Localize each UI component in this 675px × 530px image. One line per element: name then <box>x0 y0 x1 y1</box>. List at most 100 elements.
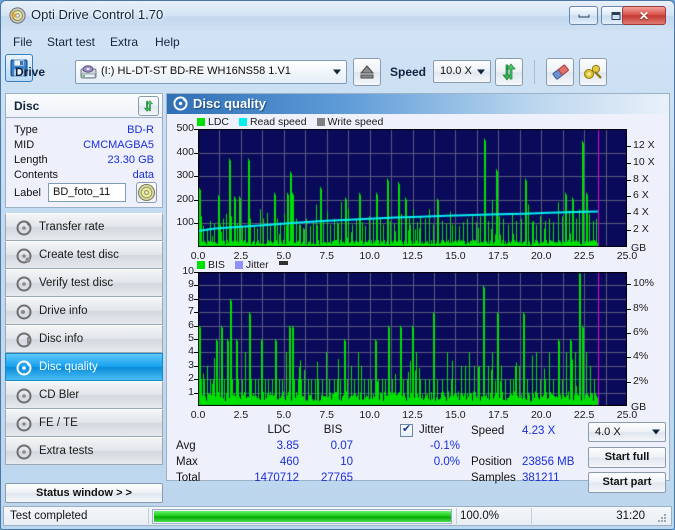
x-tick: 15.0 <box>445 409 466 421</box>
tick-mark <box>627 179 631 181</box>
sidebar-item-extra-tests[interactable]: Extra tests <box>5 437 163 465</box>
tick-mark <box>627 332 631 334</box>
x-tick: 5.0 <box>276 409 292 421</box>
start-part-button[interactable]: Start part <box>588 472 666 493</box>
disc-quality-icon <box>16 360 32 376</box>
menu-extra[interactable]: Extra <box>105 34 143 50</box>
disc-value-contents: data <box>132 169 154 181</box>
tick-mark <box>194 379 198 381</box>
sidebar-item-create-test-disc[interactable]: Create test disc <box>5 241 163 269</box>
bis-total: 27765 <box>321 472 353 484</box>
x-tick: 17.5 <box>488 250 509 262</box>
ldc-avg: 3.85 <box>276 440 299 452</box>
tick-mark <box>194 339 198 340</box>
tick-mark <box>194 352 198 354</box>
sidebar-label: FE / TE <box>39 417 78 429</box>
results-row-max: Max <box>176 456 198 468</box>
resize-grip[interactable] <box>656 512 667 523</box>
tick-mark <box>627 230 631 232</box>
eject-button[interactable] <box>353 58 381 86</box>
y2-tick: 2 X <box>633 223 649 236</box>
sidebar-item-disc-quality[interactable]: Disc quality <box>5 353 163 381</box>
chevron-down-icon[interactable] <box>472 62 489 81</box>
test-speed-select[interactable]: 4.0 X <box>588 422 666 442</box>
close-icon: ✕ <box>638 8 650 23</box>
jitter-checkbox[interactable] <box>400 422 413 437</box>
y2-tick: 12 X <box>633 138 655 151</box>
status-bar: Test completed 100.0% 31:20 <box>3 506 672 526</box>
disc-label-button[interactable] <box>136 182 157 203</box>
sidebar-item-transfer-rate[interactable]: Transfer rate <box>5 213 163 241</box>
sidebar-label: Disc quality <box>39 361 98 373</box>
tools-icon <box>584 64 602 79</box>
x-tick: 20.0 <box>530 409 552 421</box>
drive-select[interactable]: (I:) HL-DT-ST BD-RE WH16NS58 1.V1 <box>75 60 347 84</box>
legend-swatch-read-speed <box>238 118 247 126</box>
menu-file[interactable]: File <box>8 34 37 50</box>
x-tick: 0.0 <box>190 409 206 421</box>
tick-mark <box>627 213 631 215</box>
y-tick: 500 <box>176 122 194 134</box>
start-full-button[interactable]: Start full <box>588 447 666 468</box>
toolbar-separator <box>534 60 535 84</box>
y2-tick: 8% <box>633 301 649 314</box>
disc-key-mid: MID <box>14 139 35 151</box>
x-tick: 7.5 <box>319 250 334 262</box>
results-header-ldc: LDC <box>267 424 291 436</box>
refresh-button[interactable] <box>495 58 523 86</box>
panel-title: Disc quality <box>193 96 266 111</box>
ldc-chart-canvas <box>198 129 627 247</box>
chevron-down-icon[interactable] <box>328 62 345 82</box>
x-tick: 7.5 <box>319 409 334 421</box>
erase-icon <box>552 64 569 80</box>
tick-mark <box>194 272 198 273</box>
tick-mark <box>194 392 198 394</box>
y-tick: 10 <box>182 265 194 277</box>
title-bar: Opti Drive Control 1.70 ✕ <box>1 1 674 31</box>
drive-icon <box>80 64 97 81</box>
x-tick: 5.0 <box>276 250 292 262</box>
sidebar-item-drive-info[interactable]: Drive info <box>5 297 163 325</box>
close-button[interactable]: ✕ <box>622 6 666 25</box>
panel-header: Disc quality <box>167 94 669 114</box>
status-window-button[interactable]: Status window > > <box>5 483 163 503</box>
legend-label-write-speed: Write speed <box>327 116 384 128</box>
y2-tick: 10% <box>633 277 655 290</box>
toolbar: Drive (I:) HL-DT-ST BD-RE WH16NS58 1.V1 <box>5 54 670 91</box>
y-tick: 6 <box>188 318 194 331</box>
tick-mark <box>627 196 631 198</box>
tools-button[interactable] <box>579 58 607 86</box>
disc-label-input[interactable]: BD_foto_11 <box>48 183 126 202</box>
y-tick: 200 <box>176 192 194 205</box>
result-samples-label: Samples <box>471 472 516 484</box>
sidebar-item-verify-test-disc[interactable]: Verify test disc <box>5 269 163 297</box>
window-title: Opti Drive Control 1.70 <box>31 7 164 22</box>
x-tick: 12.5 <box>402 409 423 421</box>
tick-mark <box>627 357 631 359</box>
bis-max: 10 <box>340 456 353 468</box>
result-position-label: Position <box>471 456 512 468</box>
x-tick: 17.5 <box>488 409 509 421</box>
y-tick: 7 <box>188 305 194 318</box>
minimize-button[interactable] <box>569 6 598 25</box>
tick-mark <box>194 298 198 300</box>
y-tick: 8 <box>188 291 194 304</box>
y-tick: 3 <box>188 358 194 371</box>
chevron-down-icon[interactable] <box>647 424 664 440</box>
refresh-icon <box>502 63 516 81</box>
sidebar-item-disc-info[interactable]: Disc info <box>5 325 163 353</box>
jitter-label: Jitter <box>419 424 444 436</box>
fe-te-icon <box>16 416 32 432</box>
erase-button[interactable] <box>546 58 574 86</box>
legend-swatch-ldc <box>197 118 205 126</box>
speed-select[interactable]: 10.0 X <box>433 60 491 83</box>
sidebar-item-fe-te[interactable]: FE / TE <box>5 409 163 437</box>
y-tick: 300 <box>176 169 194 182</box>
menu-help[interactable]: Help <box>150 34 185 50</box>
disc-refresh-button[interactable] <box>138 96 159 116</box>
jitter-max: 0.0% <box>433 456 460 468</box>
refresh-icon <box>143 100 154 112</box>
sidebar-item-cd-bler[interactable]: CD Bler <box>5 381 163 409</box>
menu-start-test[interactable]: Start test <box>42 34 100 50</box>
tick-mark <box>194 285 198 287</box>
